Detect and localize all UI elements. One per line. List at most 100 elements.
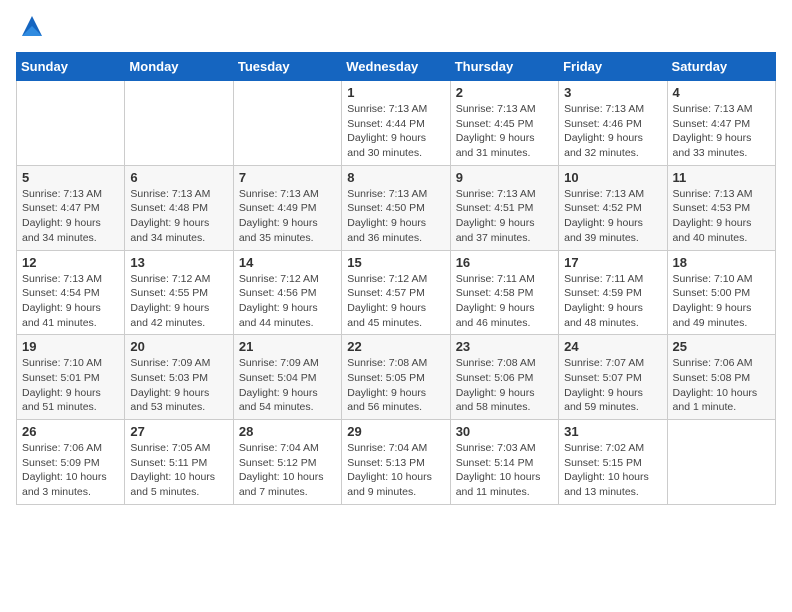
page-header (16, 16, 776, 40)
day-number: 21 (239, 339, 336, 354)
day-number: 12 (22, 255, 119, 270)
day-number: 30 (456, 424, 553, 439)
calendar-cell: 19 Sunrise: 7:10 AMSunset: 5:01 PMDayligh… (17, 335, 125, 420)
day-info: Sunrise: 7:13 AMSunset: 4:46 PMDaylight:… (564, 102, 661, 161)
calendar-table: SundayMondayTuesdayWednesdayThursdayFrid… (16, 52, 776, 505)
day-info: Sunrise: 7:11 AMSunset: 4:58 PMDaylight:… (456, 272, 553, 331)
weekday-header: Monday (125, 53, 233, 81)
day-number: 22 (347, 339, 444, 354)
day-info: Sunrise: 7:10 AMSunset: 5:00 PMDaylight:… (673, 272, 770, 331)
day-number: 17 (564, 255, 661, 270)
day-info: Sunrise: 7:13 AMSunset: 4:47 PMDaylight:… (22, 187, 119, 246)
day-info: Sunrise: 7:13 AMSunset: 4:49 PMDaylight:… (239, 187, 336, 246)
calendar-cell: 6 Sunrise: 7:13 AMSunset: 4:48 PMDaylight… (125, 165, 233, 250)
day-number: 16 (456, 255, 553, 270)
calendar-cell: 27 Sunrise: 7:05 AMSunset: 5:11 PMDayligh… (125, 420, 233, 505)
day-info: Sunrise: 7:12 AMSunset: 4:56 PMDaylight:… (239, 272, 336, 331)
calendar-cell: 10 Sunrise: 7:13 AMSunset: 4:52 PMDayligh… (559, 165, 667, 250)
day-number: 7 (239, 170, 336, 185)
calendar-cell (125, 81, 233, 166)
calendar-cell: 7 Sunrise: 7:13 AMSunset: 4:49 PMDaylight… (233, 165, 341, 250)
calendar-cell (667, 420, 775, 505)
calendar-cell: 8 Sunrise: 7:13 AMSunset: 4:50 PMDaylight… (342, 165, 450, 250)
logo-icon (18, 12, 46, 40)
day-info: Sunrise: 7:13 AMSunset: 4:44 PMDaylight:… (347, 102, 444, 161)
calendar-cell: 16 Sunrise: 7:11 AMSunset: 4:58 PMDayligh… (450, 250, 558, 335)
calendar-cell: 15Sunrise: 7:12 AMSunset: 4:57 PMDayligh… (342, 250, 450, 335)
day-info: Sunrise: 7:13 AMSunset: 4:45 PMDaylight:… (456, 102, 553, 161)
day-number: 13 (130, 255, 227, 270)
calendar-cell: 1 Sunrise: 7:13 AMSunset: 4:44 PMDaylight… (342, 81, 450, 166)
calendar-cell: 12 Sunrise: 7:13 AMSunset: 4:54 PMDayligh… (17, 250, 125, 335)
day-info: Sunrise: 7:13 AMSunset: 4:54 PMDaylight:… (22, 272, 119, 331)
day-number: 4 (673, 85, 770, 100)
day-number: 11 (673, 170, 770, 185)
day-info: Sunrise: 7:13 AMSunset: 4:47 PMDaylight:… (673, 102, 770, 161)
day-info: Sunrise: 7:13 AMSunset: 4:51 PMDaylight:… (456, 187, 553, 246)
calendar-cell: 31Sunrise: 7:02 AMSunset: 5:15 PMDayligh… (559, 420, 667, 505)
calendar-cell: 4 Sunrise: 7:13 AMSunset: 4:47 PMDaylight… (667, 81, 775, 166)
day-info: Sunrise: 7:13 AMSunset: 4:50 PMDaylight:… (347, 187, 444, 246)
day-info: Sunrise: 7:13 AMSunset: 4:48 PMDaylight:… (130, 187, 227, 246)
calendar-cell: 29 Sunrise: 7:04 AMSunset: 5:13 PMDayligh… (342, 420, 450, 505)
calendar-cell: 21 Sunrise: 7:09 AMSunset: 5:04 PMDayligh… (233, 335, 341, 420)
day-number: 5 (22, 170, 119, 185)
weekday-header: Sunday (17, 53, 125, 81)
day-info: Sunrise: 7:05 AMSunset: 5:11 PMDaylight:… (130, 441, 227, 500)
day-number: 6 (130, 170, 227, 185)
calendar-cell: 3Sunrise: 7:13 AMSunset: 4:46 PMDaylight… (559, 81, 667, 166)
weekday-header: Friday (559, 53, 667, 81)
day-info: Sunrise: 7:04 AMSunset: 5:13 PMDaylight:… (347, 441, 444, 500)
day-number: 8 (347, 170, 444, 185)
weekday-header: Saturday (667, 53, 775, 81)
calendar-cell: 17 Sunrise: 7:11 AMSunset: 4:59 PMDayligh… (559, 250, 667, 335)
day-info: Sunrise: 7:12 AMSunset: 4:55 PMDaylight:… (130, 272, 227, 331)
weekday-header: Wednesday (342, 53, 450, 81)
calendar-cell: 5 Sunrise: 7:13 AMSunset: 4:47 PMDaylight… (17, 165, 125, 250)
day-number: 24 (564, 339, 661, 354)
calendar-cell (17, 81, 125, 166)
day-info: Sunrise: 7:09 AMSunset: 5:04 PMDaylight:… (239, 356, 336, 415)
calendar-cell: 28 Sunrise: 7:04 AMSunset: 5:12 PMDayligh… (233, 420, 341, 505)
day-number: 9 (456, 170, 553, 185)
day-number: 25 (673, 339, 770, 354)
day-info: Sunrise: 7:10 AMSunset: 5:01 PMDaylight:… (22, 356, 119, 415)
day-number: 18 (673, 255, 770, 270)
logo (16, 16, 46, 40)
day-info: Sunrise: 7:07 AMSunset: 5:07 PMDaylight:… (564, 356, 661, 415)
day-info: Sunrise: 7:13 AMSunset: 4:53 PMDaylight:… (673, 187, 770, 246)
day-number: 10 (564, 170, 661, 185)
day-info: Sunrise: 7:08 AMSunset: 5:05 PMDaylight:… (347, 356, 444, 415)
calendar-cell: 22 Sunrise: 7:08 AMSunset: 5:05 PMDayligh… (342, 335, 450, 420)
weekday-header: Thursday (450, 53, 558, 81)
weekday-header-row: SundayMondayTuesdayWednesdayThursdayFrid… (17, 53, 776, 81)
day-number: 19 (22, 339, 119, 354)
day-number: 28 (239, 424, 336, 439)
day-number: 29 (347, 424, 444, 439)
calendar-cell: 14Sunrise: 7:12 AMSunset: 4:56 PMDayligh… (233, 250, 341, 335)
day-number: 1 (347, 85, 444, 100)
day-number: 23 (456, 339, 553, 354)
day-info: Sunrise: 7:11 AMSunset: 4:59 PMDaylight:… (564, 272, 661, 331)
day-number: 27 (130, 424, 227, 439)
day-info: Sunrise: 7:08 AMSunset: 5:06 PMDaylight:… (456, 356, 553, 415)
calendar-cell (233, 81, 341, 166)
calendar-cell: 18 Sunrise: 7:10 AMSunset: 5:00 PMDayligh… (667, 250, 775, 335)
day-info: Sunrise: 7:06 AMSunset: 5:08 PMDaylight:… (673, 356, 770, 415)
calendar-cell: 9 Sunrise: 7:13 AMSunset: 4:51 PMDaylight… (450, 165, 558, 250)
day-info: Sunrise: 7:12 AMSunset: 4:57 PMDaylight:… (347, 272, 444, 331)
day-number: 31 (564, 424, 661, 439)
calendar-week-row: 19 Sunrise: 7:10 AMSunset: 5:01 PMDayligh… (17, 335, 776, 420)
calendar-cell: 20 Sunrise: 7:09 AMSunset: 5:03 PMDayligh… (125, 335, 233, 420)
calendar-cell: 25 Sunrise: 7:06 AMSunset: 5:08 PMDayligh… (667, 335, 775, 420)
day-number: 20 (130, 339, 227, 354)
day-info: Sunrise: 7:03 AMSunset: 5:14 PMDaylight:… (456, 441, 553, 500)
calendar-cell: 26Sunrise: 7:06 AMSunset: 5:09 PMDayligh… (17, 420, 125, 505)
calendar-week-row: 12 Sunrise: 7:13 AMSunset: 4:54 PMDayligh… (17, 250, 776, 335)
day-info: Sunrise: 7:13 AMSunset: 4:52 PMDaylight:… (564, 187, 661, 246)
day-info: Sunrise: 7:09 AMSunset: 5:03 PMDaylight:… (130, 356, 227, 415)
weekday-header: Tuesday (233, 53, 341, 81)
calendar-week-row: 26Sunrise: 7:06 AMSunset: 5:09 PMDayligh… (17, 420, 776, 505)
day-info: Sunrise: 7:04 AMSunset: 5:12 PMDaylight:… (239, 441, 336, 500)
calendar-cell: 13 Sunrise: 7:12 AMSunset: 4:55 PMDayligh… (125, 250, 233, 335)
